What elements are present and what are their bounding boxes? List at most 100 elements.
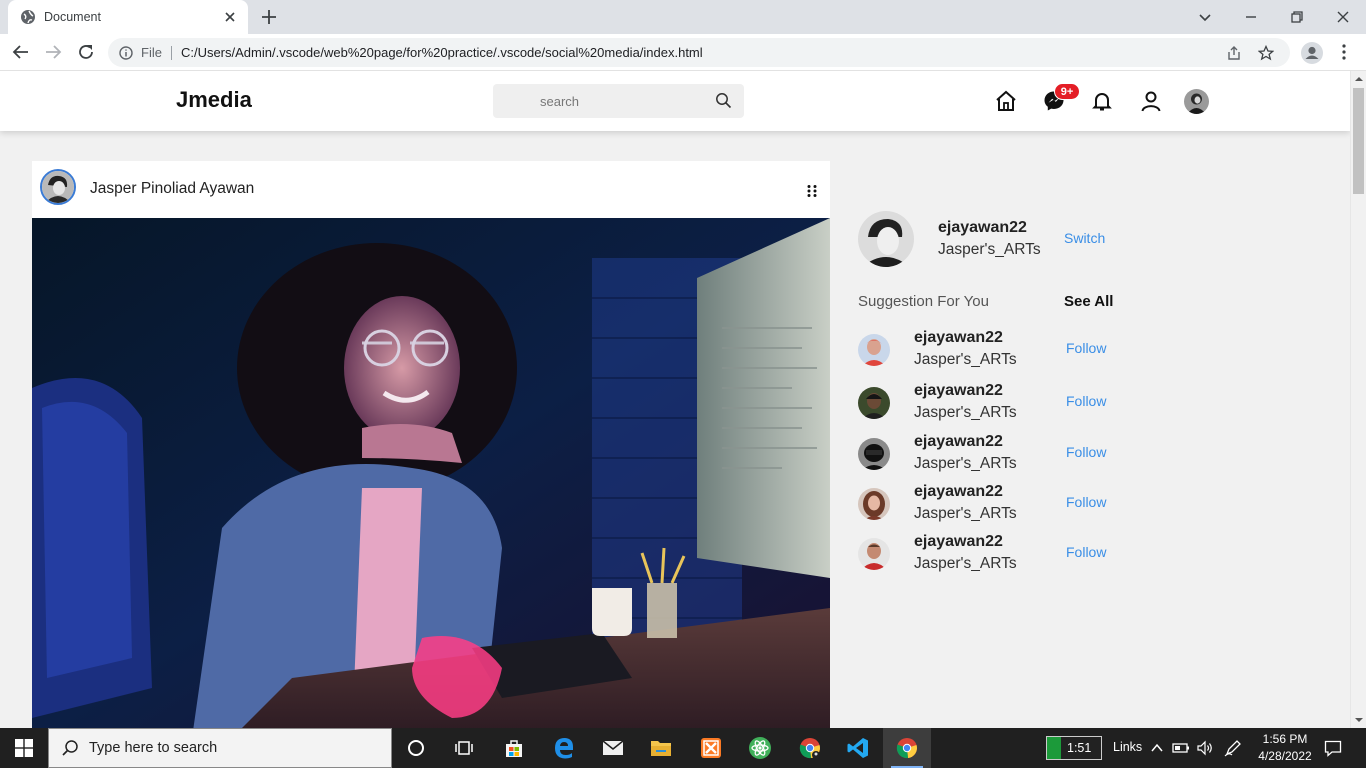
post-options-icon[interactable] bbox=[806, 184, 818, 198]
task-view-icon bbox=[454, 739, 474, 757]
atom-icon bbox=[748, 736, 772, 760]
taskbar-atom-app[interactable] bbox=[736, 728, 784, 768]
url-text[interactable]: C:/Users/Admin/.vscode/web%20page/for%20… bbox=[181, 45, 1226, 60]
close-tab-icon[interactable] bbox=[222, 9, 238, 25]
taskbar-clock[interactable]: 1:56 PM 4/28/2022 bbox=[1255, 731, 1315, 765]
cortana-ring-icon bbox=[407, 739, 425, 757]
scroll-up-arrow-icon[interactable] bbox=[1355, 75, 1363, 83]
forward-arrow-icon[interactable] bbox=[44, 43, 62, 61]
follow-button[interactable]: Follow bbox=[1066, 544, 1106, 560]
taskbar-search-box[interactable]: Type here to search bbox=[48, 728, 392, 768]
pen-icon[interactable] bbox=[1224, 739, 1242, 757]
suggestion-item: ejayawan22 Jasper's_ARTs Follow bbox=[858, 533, 1138, 581]
taskbar-store-app[interactable] bbox=[490, 728, 538, 768]
taskbar-mail-app[interactable] bbox=[589, 728, 637, 768]
current-user-avatar[interactable] bbox=[858, 211, 914, 267]
search-input[interactable] bbox=[493, 84, 703, 118]
switch-account-link[interactable]: Switch bbox=[1064, 230, 1105, 246]
taskbar-xampp-app[interactable] bbox=[687, 728, 735, 768]
follow-button[interactable]: Follow bbox=[1066, 494, 1106, 510]
suggestion-avatar[interactable] bbox=[858, 387, 890, 419]
suggestion-avatar[interactable] bbox=[858, 438, 890, 470]
restore-icon[interactable] bbox=[1287, 7, 1307, 27]
post-header: Jasper Pinoliad Ayawan bbox=[32, 161, 830, 218]
follow-button[interactable]: Follow bbox=[1066, 340, 1106, 356]
page-scrollbar[interactable] bbox=[1350, 71, 1366, 728]
chevron-up-icon[interactable] bbox=[1148, 739, 1166, 757]
suggestion-item: ejayawan22 Jasper's_ARTs Follow bbox=[858, 382, 1138, 430]
suggestion-username[interactable]: ejayawan22 bbox=[914, 382, 1003, 400]
suggestion-avatar[interactable] bbox=[858, 488, 890, 520]
volume-icon[interactable] bbox=[1196, 739, 1214, 757]
search-icon bbox=[61, 739, 79, 757]
navbar-avatar[interactable] bbox=[1184, 89, 1209, 114]
search-icon[interactable] bbox=[715, 92, 732, 109]
task-view-button[interactable] bbox=[440, 728, 488, 768]
post-photo[interactable] bbox=[32, 218, 830, 728]
taskbar-chrome-app[interactable] bbox=[883, 728, 931, 768]
suggestion-subtitle: Jasper's_ARTs bbox=[914, 505, 1017, 522]
post-author-avatar[interactable] bbox=[40, 169, 76, 205]
store-bag-icon bbox=[503, 737, 525, 759]
taskbar-explorer-app[interactable] bbox=[637, 728, 685, 768]
browser-toolbar: File C:/Users/Admin/.vscode/web%20page/f… bbox=[0, 34, 1366, 71]
minimize-icon[interactable] bbox=[1241, 7, 1261, 27]
suggestion-avatar[interactable] bbox=[858, 334, 890, 366]
notifications-icon[interactable] bbox=[1324, 739, 1342, 757]
scrollbar-thumb[interactable] bbox=[1353, 88, 1364, 194]
see-all-link[interactable]: See All bbox=[1064, 293, 1113, 310]
vscode-icon bbox=[846, 736, 870, 760]
suggestion-username[interactable]: ejayawan22 bbox=[914, 433, 1003, 451]
messages-badge: 9+ bbox=[1054, 83, 1080, 100]
tray-timer-widget[interactable]: 1:51 bbox=[1046, 736, 1102, 760]
info-icon[interactable] bbox=[119, 45, 133, 60]
bell-icon[interactable] bbox=[1090, 89, 1114, 113]
taskbar-chrome-profile-app[interactable] bbox=[786, 728, 834, 768]
current-user-username[interactable]: ejayawan22 bbox=[938, 219, 1027, 237]
timer-text: 1:51 bbox=[1067, 741, 1092, 755]
suggestion-item: ejayawan22 Jasper's_ARTs Follow bbox=[858, 433, 1138, 481]
scroll-down-arrow-icon[interactable] bbox=[1355, 716, 1363, 724]
kebab-menu-icon[interactable] bbox=[1336, 43, 1352, 61]
suggestion-subtitle: Jasper's_ARTs bbox=[914, 404, 1017, 421]
current-user-subtitle: Jasper's_ARTs bbox=[938, 241, 1041, 258]
browser-tab[interactable]: Document bbox=[8, 0, 248, 34]
search-box bbox=[493, 84, 744, 118]
taskbar-vscode-app[interactable] bbox=[834, 728, 882, 768]
browser-tab-strip: Document bbox=[0, 0, 1366, 34]
share-icon[interactable] bbox=[1226, 45, 1242, 61]
tab-search-icon[interactable] bbox=[1195, 7, 1215, 27]
home-icon[interactable] bbox=[994, 89, 1018, 113]
suggestion-item: ejayawan22 Jasper's_ARTs Follow bbox=[858, 329, 1138, 377]
suggestion-avatar[interactable] bbox=[858, 538, 890, 570]
battery-icon[interactable] bbox=[1172, 739, 1190, 757]
logo[interactable]: Jmedia bbox=[176, 87, 252, 113]
chrome-icon bbox=[798, 736, 822, 760]
suggestion-username[interactable]: ejayawan22 bbox=[914, 533, 1003, 551]
browser-profile-icon[interactable] bbox=[1300, 41, 1324, 65]
suggestion-username[interactable]: ejayawan22 bbox=[914, 329, 1003, 347]
follow-button[interactable]: Follow bbox=[1066, 444, 1106, 460]
taskbar-edge-app[interactable] bbox=[540, 728, 588, 768]
links-toolbar-label[interactable]: Links bbox=[1113, 740, 1142, 754]
taskbar-search-placeholder: Type here to search bbox=[89, 740, 218, 756]
post-card: Jasper Pinoliad Ayawan bbox=[32, 161, 830, 728]
new-tab-icon[interactable] bbox=[260, 8, 278, 26]
windows-taskbar: Type here to search 1:51 Links 1:56 PM 4… bbox=[0, 728, 1366, 768]
chrome-icon bbox=[895, 736, 919, 760]
cortana-button[interactable] bbox=[392, 728, 440, 768]
bookmark-star-icon[interactable] bbox=[1258, 44, 1274, 61]
post-author-name[interactable]: Jasper Pinoliad Ayawan bbox=[90, 180, 254, 198]
close-window-icon[interactable] bbox=[1333, 7, 1353, 27]
follow-button[interactable]: Follow bbox=[1066, 393, 1106, 409]
clock-time: 1:56 PM bbox=[1262, 732, 1308, 746]
back-arrow-icon[interactable] bbox=[12, 43, 30, 61]
reload-icon[interactable] bbox=[77, 43, 95, 61]
clock-date: 4/28/2022 bbox=[1258, 749, 1312, 763]
suggestion-subtitle: Jasper's_ARTs bbox=[914, 351, 1017, 368]
user-icon[interactable] bbox=[1139, 89, 1163, 113]
address-bar[interactable]: File C:/Users/Admin/.vscode/web%20page/f… bbox=[108, 38, 1290, 67]
suggestion-username[interactable]: ejayawan22 bbox=[914, 483, 1003, 501]
start-button[interactable] bbox=[0, 728, 48, 768]
xampp-icon bbox=[700, 737, 722, 759]
